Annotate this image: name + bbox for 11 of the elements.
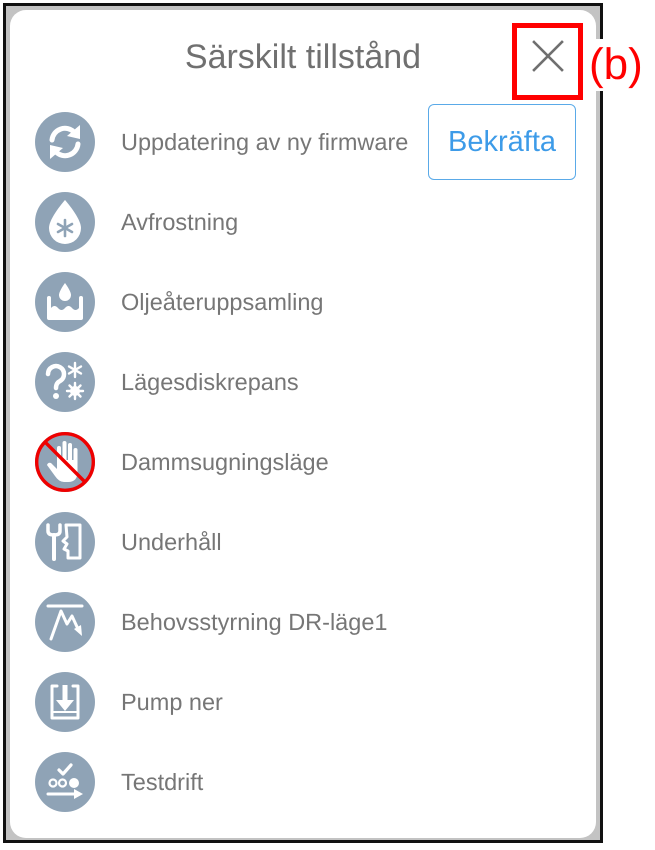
status-label: Pump ner xyxy=(121,688,223,716)
dialog-title: Särskilt tillstånd xyxy=(184,36,422,76)
status-label: Underhåll xyxy=(121,528,222,556)
status-label: Behovsstyrning DR-läge1 xyxy=(121,608,388,636)
status-label: Uppdatering av ny firmware xyxy=(121,128,408,156)
confirm-button[interactable]: Bekräfta xyxy=(428,104,576,180)
status-label: Lägesdiskrepans xyxy=(121,368,299,396)
status-label: Oljeåteruppsamling xyxy=(121,288,324,316)
status-label: Testdrift xyxy=(121,768,204,796)
status-label: Avfrostning xyxy=(121,208,238,236)
status-label: Dammsugningsläge xyxy=(121,448,329,476)
